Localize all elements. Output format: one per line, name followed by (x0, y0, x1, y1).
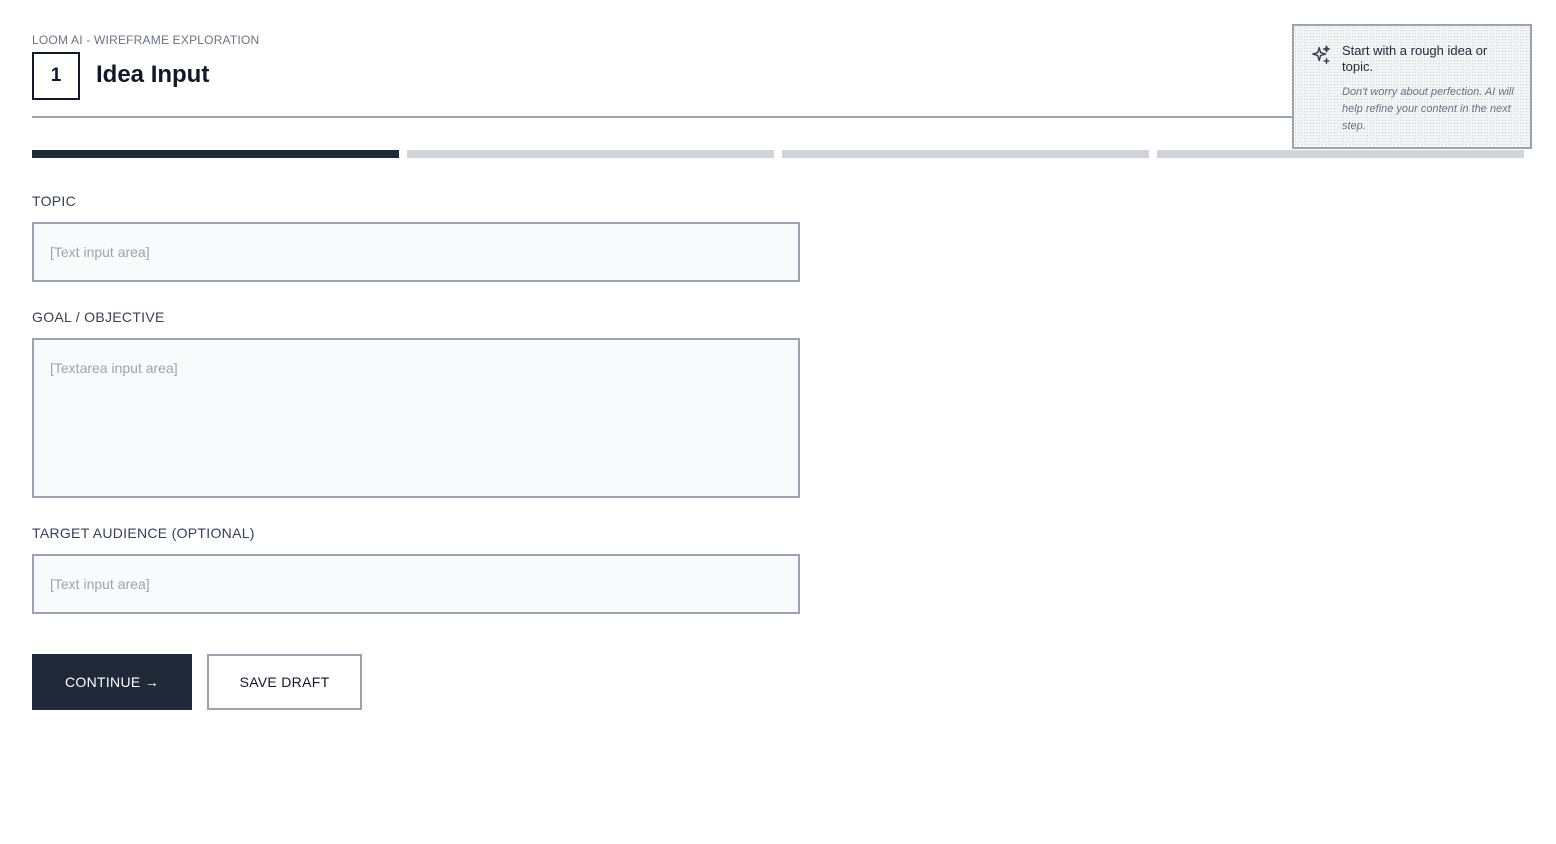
progress-step-3 (782, 150, 1149, 158)
save-draft-button[interactable]: SAVE DRAFT (207, 654, 362, 710)
app-eyebrow: LOOM AI - WIREFRAME EXPLORATION (32, 33, 260, 47)
goal-textarea[interactable] (32, 338, 800, 498)
sparkles-icon (1310, 44, 1332, 66)
continue-button[interactable]: CONTINUE → (32, 654, 192, 710)
step-progress-bar (32, 150, 1524, 158)
progress-step-2 (407, 150, 774, 158)
audience-input[interactable] (32, 554, 800, 614)
progress-step-4 (1157, 150, 1524, 158)
audience-label: TARGET AUDIENCE (OPTIONAL) (32, 525, 255, 541)
topic-label: TOPIC (32, 193, 77, 209)
page-title: Idea Input (96, 61, 210, 88)
tip-title: Start with a rough idea or topic. (1342, 43, 1488, 74)
topic-input[interactable] (32, 222, 800, 282)
tip-body: Don't worry about perfection. AI will he… (1342, 86, 1514, 132)
progress-step-1 (32, 150, 399, 158)
step-number: 1 (50, 65, 62, 86)
goal-label: GOAL / OBJECTIVE (32, 309, 165, 325)
idea-input-page: LOOM AI - WIREFRAME EXPLORATION 1 Idea I… (0, 0, 1556, 844)
header-divider (32, 116, 1296, 118)
tip-card: Start with a rough idea or topic. Don't … (1292, 24, 1532, 149)
step-number-badge: 1 (32, 52, 80, 100)
